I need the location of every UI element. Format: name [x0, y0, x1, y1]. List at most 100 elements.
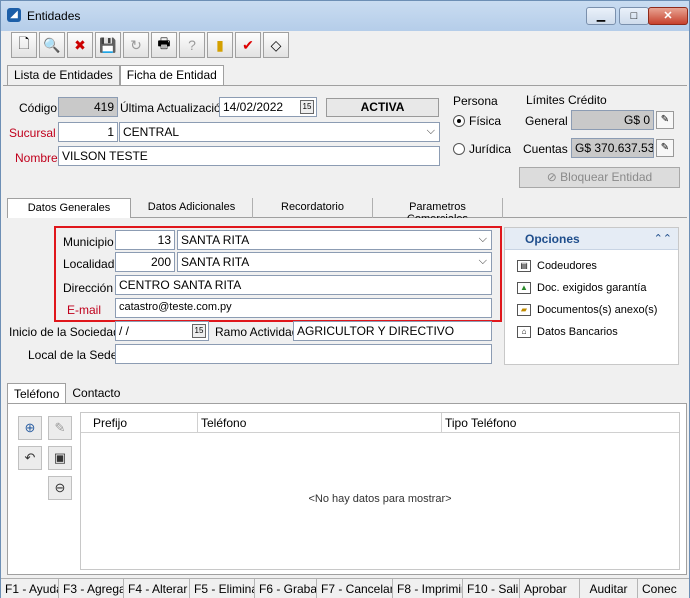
- opcion-datos-bancarios-label: Datos Bancarios: [537, 326, 618, 338]
- radio-juridica-label: Jurídica: [469, 142, 512, 156]
- entidades-window: ◢ Entidades ▁ □ ✕ 🗋 🔍 ✖ 💾 ↻ 🖶 ? ▮ ✔ ◇ Li…: [0, 0, 690, 598]
- save-row-icon[interactable]: ▣: [48, 446, 72, 470]
- opciones-header: Opciones ⌃⌃: [505, 228, 678, 250]
- tab-datos-generales[interactable]: Datos Generales: [7, 198, 131, 218]
- sucursal-name: CENTRAL: [123, 125, 180, 139]
- status-aprobar[interactable]: Aprobar: [520, 579, 580, 598]
- title-bar: ◢ Entidades ▁ □ ✕: [1, 1, 689, 31]
- codigo-label: Código: [19, 101, 58, 115]
- radio-fisica-label: Física: [469, 114, 502, 128]
- opcion-doc-exigidos-label: Doc. exigidos garantía: [537, 282, 647, 294]
- mid-tabs: Datos Generales Datos Adicionales Record…: [7, 198, 687, 225]
- status-badge: ACTIVA: [326, 98, 439, 117]
- tab-parametros-comerciales[interactable]: Parametros Comerciales: [373, 198, 503, 225]
- opcion-codeudores-label: Codeudores: [537, 260, 597, 272]
- close-button[interactable]: ✕: [648, 7, 688, 25]
- delete-icon[interactable]: ✖: [67, 32, 93, 58]
- bloquear-entidad-button[interactable]: ⊘ Bloquear Entidad: [519, 167, 680, 188]
- chart-icon: ▲: [517, 282, 531, 294]
- opcion-codeudores[interactable]: ▤ Codeudores: [517, 260, 597, 272]
- remove-row-icon[interactable]: ⊖: [48, 476, 72, 500]
- status-f4[interactable]: F4 - Alterar: [124, 579, 190, 598]
- inicio-sociedad-value: / /: [119, 324, 130, 338]
- confirm-icon[interactable]: ✔: [235, 32, 261, 58]
- folder-icon: ▰: [517, 304, 531, 316]
- status-f1[interactable]: F1 - Ayuda: [1, 579, 59, 598]
- edit-row-icon[interactable]: ✎: [48, 416, 72, 440]
- opciones-title: Opciones: [525, 232, 580, 246]
- collapse-icon[interactable]: ⌃⌃: [654, 232, 672, 245]
- edit-cuentas-icon[interactable]: ✎: [656, 139, 674, 157]
- grid-header: Prefijo Teléfono Tipo Teléfono: [81, 413, 679, 433]
- ramo-actividad-field[interactable]: AGRICULTOR Y DIRECTIVO: [293, 321, 492, 341]
- radio-dot-juridica: [453, 143, 465, 155]
- status-f6[interactable]: F6 - Grabar: [255, 579, 317, 598]
- eraser-icon[interactable]: ◇: [263, 32, 289, 58]
- tab-contacto[interactable]: Contacto: [66, 383, 126, 403]
- cuentas-field: G$ 370.637.536: [571, 138, 654, 158]
- sucursal-label: Sucursal: [9, 126, 56, 140]
- save-icon[interactable]: 💾: [95, 32, 121, 58]
- col-tipo-telefono[interactable]: Tipo Teléfono: [445, 416, 516, 430]
- search-doc-icon[interactable]: 🔍: [39, 32, 65, 58]
- status-auditar[interactable]: Auditar: [580, 579, 638, 598]
- print-icon[interactable]: 🖶: [151, 32, 177, 58]
- toolbar: 🗋 🔍 ✖ 💾 ↻ 🖶 ? ▮ ✔ ◇: [11, 32, 289, 60]
- new-icon[interactable]: 🗋: [11, 32, 37, 58]
- opcion-datos-bancarios[interactable]: ⌂ Datos Bancarios: [517, 326, 618, 338]
- chevron-down-icon[interactable]: ⌵: [427, 125, 435, 138]
- nombre-label: Nombre: [15, 151, 58, 165]
- col-telefono[interactable]: Teléfono: [201, 416, 246, 430]
- telefono-panel: ⊕ ✎ ↶ ▣ ⊖ Prefijo Teléfono Tipo Teléfono…: [7, 403, 687, 575]
- tab-lista-entidades[interactable]: Lista de Entidades: [7, 65, 120, 85]
- help-icon[interactable]: ?: [179, 32, 205, 58]
- calendar-icon[interactable]: 15: [192, 324, 206, 338]
- persona-title: Persona: [453, 94, 498, 108]
- highlight-box: [54, 226, 502, 322]
- tab-datos-adicionales[interactable]: Datos Adicionales: [131, 198, 253, 218]
- sucursal-combo[interactable]: CENTRAL ⌵: [119, 122, 440, 142]
- tab-telefono[interactable]: Teléfono: [7, 383, 67, 403]
- add-row-icon[interactable]: ⊕: [18, 416, 42, 440]
- radio-juridica[interactable]: Jurídica: [453, 142, 511, 156]
- bottom-tabs: Teléfono Contacto: [7, 383, 126, 403]
- sucursal-code-field[interactable]: 1: [58, 122, 118, 142]
- local-sede-label: Local de la Sede: [28, 348, 118, 362]
- minimize-button[interactable]: ▁: [586, 7, 616, 25]
- window-title: Entidades: [27, 9, 81, 23]
- status-f5[interactable]: F5 - Eliminar: [190, 579, 255, 598]
- refresh-icon[interactable]: ↻: [123, 32, 149, 58]
- local-sede-field[interactable]: [115, 344, 492, 364]
- ramo-actividad-label: Ramo Actividad: [215, 325, 299, 339]
- tab-ficha-entidad[interactable]: Ficha de Entidad: [119, 65, 224, 85]
- edit-general-icon[interactable]: ✎: [656, 111, 674, 129]
- col-prefijo[interactable]: Prefijo: [93, 416, 127, 430]
- bank-icon: ⌂: [517, 326, 531, 338]
- empty-message: <No hay datos para mostrar>: [308, 493, 452, 505]
- status-f7[interactable]: F7 - Cancelar: [317, 579, 393, 598]
- status-f10[interactable]: F10 - Salir: [463, 579, 520, 598]
- radio-dot-fisica: [453, 115, 465, 127]
- block-icon: ⊘: [546, 170, 557, 184]
- general-field: G$ 0: [571, 110, 654, 130]
- tab-recordatorio[interactable]: Recordatorio: [253, 198, 373, 218]
- exit-icon[interactable]: ▮: [207, 32, 233, 58]
- undo-icon[interactable]: ↶: [18, 446, 42, 470]
- general-label: General: [525, 114, 568, 128]
- top-tabs: Lista de Entidades Ficha de Entidad: [7, 65, 224, 85]
- nombre-field[interactable]: VILSON TESTE: [58, 146, 440, 166]
- inicio-sociedad-field[interactable]: / / 15: [115, 321, 209, 341]
- inicio-sociedad-label: Inicio de la Sociedad: [9, 325, 120, 339]
- opcion-documentos-anexos[interactable]: ▰ Documentos(s) anexo(s): [517, 304, 657, 316]
- codigo-field: 419: [58, 97, 118, 117]
- status-f3[interactable]: F3 - Agregar: [59, 579, 124, 598]
- bloquear-label: Bloquear Entidad: [560, 170, 653, 184]
- ultima-actualizacion-field[interactable]: 14/02/2022 15: [219, 97, 317, 117]
- limites-title: Límites Crédito: [526, 93, 607, 107]
- status-f8[interactable]: F8 - Imprimir: [393, 579, 463, 598]
- opcion-doc-exigidos[interactable]: ▲ Doc. exigidos garantía: [517, 282, 646, 294]
- opciones-panel: Opciones ⌃⌃ ▤ Codeudores ▲ Doc. exigidos…: [504, 227, 679, 365]
- radio-fisica[interactable]: Física: [453, 114, 501, 128]
- maximize-button[interactable]: □: [619, 7, 649, 25]
- calendar-icon[interactable]: 15: [300, 100, 314, 114]
